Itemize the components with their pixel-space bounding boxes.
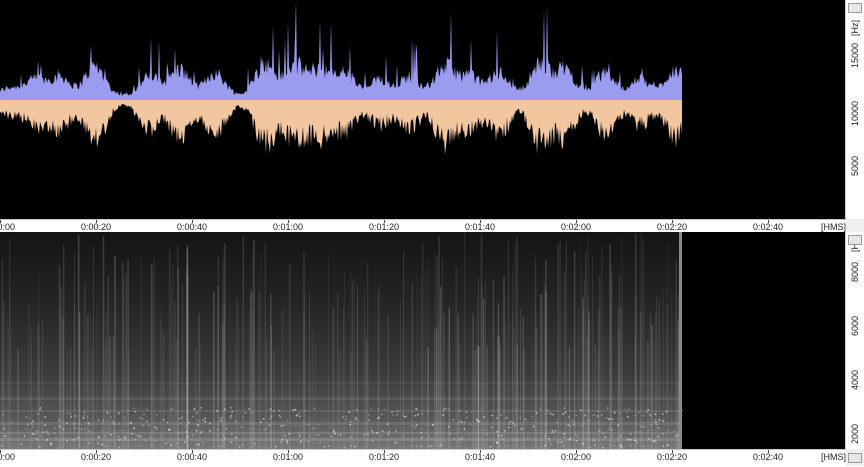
spectrogram-energy [0, 232, 682, 449]
timeline-bottom-tick-label: 0:01:00 [272, 452, 304, 462]
timeline-bottom-tick-label: 0:01:20 [368, 452, 400, 462]
timeline-top-corner [846, 219, 864, 232]
timeline-top-tick-label: 0:02:40 [752, 222, 784, 232]
timeline-bottom-tick-label: 0:00:00 [0, 452, 16, 462]
timeline-top-tick-label: 0:00:20 [80, 222, 112, 232]
timeline-top-tick-label: 0:01:00 [272, 222, 304, 232]
waveform-upper-channel [0, 1, 682, 100]
spectrogram-ruler-label-2000: 2000 [850, 423, 860, 444]
waveform-ruler-label-10000: 10000 [850, 100, 860, 126]
timeline-top-tick-label: 0:00:40 [176, 222, 208, 232]
waveform-ruler-label-15000: 15000 [850, 42, 860, 68]
timeline-bottom-corner [846, 449, 864, 466]
waveform-canvas [0, 1, 682, 155]
timeline-top-tick-label: 0:01:40 [464, 222, 496, 232]
spectrogram-canvas [0, 232, 684, 449]
timeline-top-tick-label: 0:02:00 [560, 222, 592, 232]
spectrogram-ruler-label-4000: 4000 [850, 369, 860, 390]
spectrogram-ruler-label-6000: 6000 [850, 315, 860, 336]
timeline-bottom-tick-label: 0:02:00 [560, 452, 592, 462]
timeline-bottom[interactable]: 0:00:00 0:00:20 0:00:40 0:01:00 0:01:20 0:01:… [0, 449, 846, 467]
timeline-bottom-tick-label: 0:00:40 [176, 452, 208, 462]
waveform-lower-channel [0, 100, 682, 155]
timeline-bottom-tick-label: 0:02:20 [656, 452, 688, 462]
waveform-scroll-handle[interactable] [848, 3, 862, 13]
timeline-top-tick-label: 0:01:20 [368, 222, 400, 232]
audio-editor: [Hz] 15000 10000 5000 0:00:000:00:200:00… [0, 0, 864, 467]
waveform-frequency-ruler: [Hz] 15000 10000 5000 [845, 0, 864, 219]
timeline-top-tick-label: 0:00:00 [0, 222, 16, 232]
bottom-scroll-handle[interactable] [848, 453, 862, 463]
spectrogram-scroll-handle[interactable] [848, 235, 862, 245]
timeline-top-unit-label: [HMS] [820, 222, 846, 232]
waveform-ruler-label-5000: 5000 [850, 155, 860, 176]
timeline-bottom-tick-label: 0:01:40 [464, 452, 496, 462]
spectrogram-view[interactable] [0, 232, 846, 449]
waveform-view[interactable] [0, 0, 846, 219]
spectrogram-end-edge [679, 232, 682, 449]
timeline-bottom-tick-label: 0:02:40 [752, 452, 784, 462]
waveform-ruler-unit: [Hz] [850, 19, 860, 36]
timeline-bottom-tick-label: 0:00:20 [80, 452, 112, 462]
spectrogram-ruler-label-8000: 8000 [850, 261, 860, 282]
timeline-top-tick-label: 0:02:20 [656, 222, 688, 232]
timeline-top[interactable]: 0:00:00 0:00:20 0:00:40 0:01:00 0:01:20 0:01:… [0, 219, 846, 233]
spectrogram-frequency-ruler: [Hz] 8000 6000 4000 2000 [845, 232, 864, 449]
timeline-bottom-unit-label: [HMS] [820, 452, 846, 462]
